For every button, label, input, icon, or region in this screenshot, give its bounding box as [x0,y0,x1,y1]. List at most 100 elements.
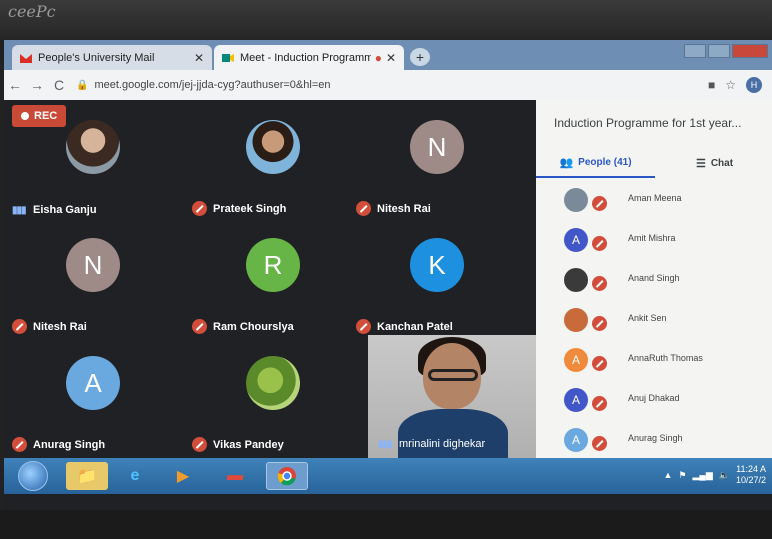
person-avatar: A [564,228,588,252]
tab-mail-label: People's University Mail [38,51,155,64]
participant-name: Ram Chourslya [213,320,294,333]
meet-stage: REC ▮▮▮ Eisha Ganju Prateek Singh N Nitesh R… [4,100,538,458]
people-list-item[interactable]: A Anuj Dhakad [536,384,772,424]
forward-icon[interactable]: → [26,77,48,93]
laptop-logo: ceePc [8,2,56,21]
meeting-title: Induction Programme for 1st year... [554,116,742,130]
internet-explorer-icon[interactable]: e [114,462,156,490]
participant-tile[interactable]: K Kanchan Patel [348,228,526,346]
self-name-label: ▮▮▮ mrinalini dighekar [378,438,485,450]
system-tray: ▲ ⚑ ▂▄▆ 🔈 11:24 A 10/27/2 [664,464,766,486]
participant-label: Nitesh Rai [356,201,431,216]
participant-label: ▮▮▮ Eisha Ganju [12,204,97,216]
mic-off-icon [12,319,27,334]
participant-label: Vikas Pandey [192,437,284,452]
recording-dot-icon: ● [374,50,382,65]
mic-off-icon [192,319,207,334]
close-icon[interactable]: ✕ [386,51,396,65]
people-list-item[interactable]: Ankit Sen [536,304,772,344]
minimize-button[interactable] [684,44,706,58]
people-list-item[interactable]: A AnnaRuth Thomas [536,344,772,384]
participant-name: Eisha Ganju [33,204,97,216]
tab-meet[interactable]: Meet - Induction Programme ● ✕ [214,45,404,70]
media-player-icon[interactable]: ▶ [162,462,204,490]
participant-tile[interactable]: A Anurag Singh [4,346,182,464]
meet-icon [222,53,234,62]
mic-off-icon [356,201,371,216]
mic-off-icon [592,316,607,331]
participant-photo [246,120,300,174]
person-name: Anurag Singh [628,433,683,443]
person-name: Ankit Sen [628,313,667,323]
camera-icon[interactable]: ■ [708,78,715,92]
participant-photo [246,356,300,410]
participant-name: Anurag Singh [33,438,106,451]
participant-name: Vikas Pandey [213,438,284,451]
signal-icon[interactable]: ▂▄▆ [693,470,713,481]
profile-avatar[interactable]: H [746,77,762,93]
tab-people[interactable]: 👥 People (41) [536,148,655,178]
participant-tile[interactable]: R Ram Chourslya [184,228,362,346]
bezel-bottom [0,510,772,539]
address-bar: ← → C 🔒 meet.google.com/jej-jjda-cyg?aut… [4,70,772,100]
participant-photo [66,120,120,174]
close-icon[interactable]: ✕ [194,51,204,65]
mic-off-icon [592,276,607,291]
url-field[interactable]: 🔒 meet.google.com/jej-jjda-cyg?authuser=… [76,79,331,91]
person-avatar: A [564,428,588,452]
mic-off-icon [592,196,607,211]
person-avatar [564,188,588,212]
people-list-item[interactable]: Anand Singh [536,264,772,304]
people-list-item[interactable]: Aman Meena [536,184,772,224]
tab-mail[interactable]: People's University Mail ✕ [12,45,212,70]
chrome-icon[interactable] [266,462,308,490]
participant-label: Ram Chourslya [192,319,294,334]
chat-tab-label: Chat [710,157,734,169]
participant-label: Kanchan Patel [356,319,453,334]
participant-tile[interactable]: Vikas Pandey [184,346,362,464]
person-avatar [564,268,588,292]
speaking-icon: ▮▮▮ [12,204,27,216]
people-tab-label: People (41) [578,156,632,168]
person-avatar: A [564,388,588,412]
person-name: Amit Mishra [628,233,676,243]
mic-off-icon [592,236,607,251]
lock-icon: 🔒 [76,79,89,91]
star-icon[interactable]: ☆ [725,78,736,92]
video-app-icon[interactable]: ▬ [214,462,256,490]
self-view-tile[interactable]: ▮▮▮ mrinalini dighekar [368,335,538,458]
start-button[interactable] [18,461,48,491]
participant-tile[interactable]: ▮▮▮ Eisha Ganju [4,110,182,228]
participant-avatar: N [410,120,464,174]
participant-name: Nitesh Rai [377,202,431,215]
participant-avatar: N [66,238,120,292]
mic-off-icon [192,201,207,216]
clock[interactable]: 11:24 A 10/27/2 [736,464,766,486]
participant-avatar: A [66,356,120,410]
reload-icon[interactable]: C [48,77,70,93]
self-video-body [398,409,508,458]
participant-name: Kanchan Patel [377,320,453,333]
new-tab-button[interactable]: + [410,48,430,66]
participant-name: Prateek Singh [213,202,287,215]
tab-meet-label: Meet - Induction Programme [240,51,371,64]
participant-tile[interactable]: N Nitesh Rai [348,110,526,228]
people-list-item[interactable]: A Amit Mishra [536,224,772,264]
participant-tile[interactable]: N Nitesh Rai [4,228,182,346]
mic-off-icon [192,437,207,452]
mic-off-icon [592,396,607,411]
flag-icon[interactable]: ⚑ [678,470,686,481]
back-icon[interactable]: ← [4,77,26,93]
maximize-button[interactable] [708,44,730,58]
mic-off-icon [592,436,607,451]
close-window-button[interactable] [732,44,768,58]
file-explorer-icon[interactable]: 📁 [66,462,108,490]
tray-arrow-icon[interactable]: ▲ [664,470,673,480]
window-controls [684,44,768,58]
tab-chat[interactable]: ☰ Chat [655,148,772,178]
gmail-icon [20,53,32,63]
participant-tile[interactable]: Prateek Singh [184,110,362,228]
volume-icon[interactable]: 🔈 [719,470,730,481]
screen: People's University Mail ✕ Meet - Induct… [4,40,772,510]
person-name: Anuj Dhakad [628,393,680,403]
